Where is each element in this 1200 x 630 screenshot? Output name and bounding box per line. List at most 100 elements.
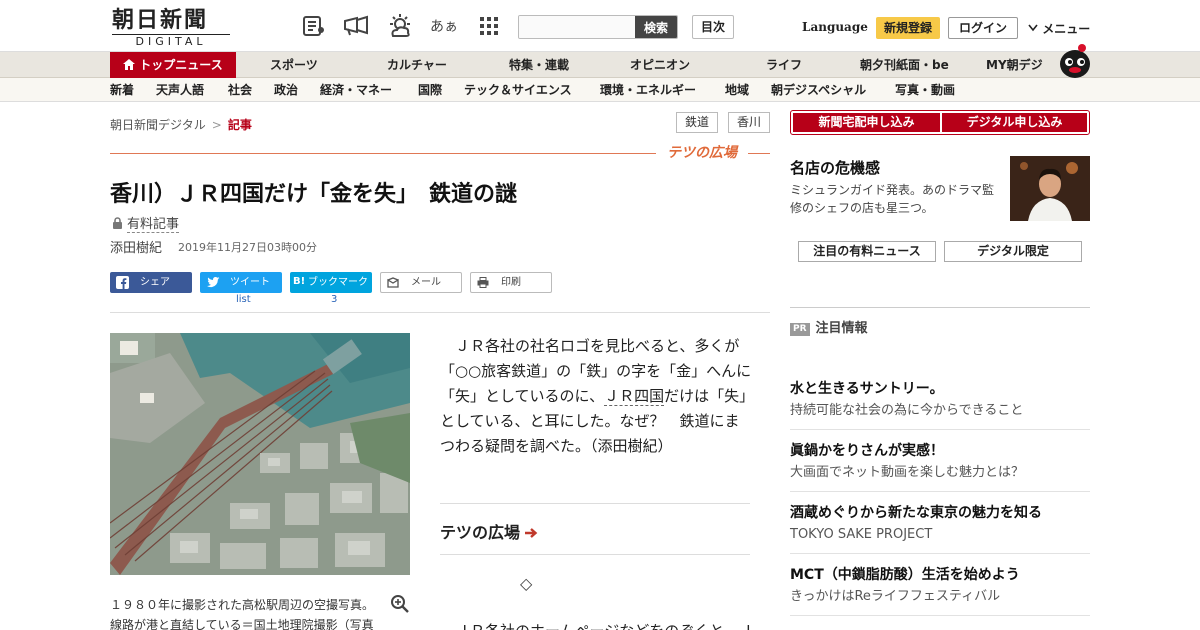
paper-icon[interactable] xyxy=(300,13,328,39)
ad-item[interactable]: 酒蔵めぐりから新たな東京の魅力を知る TOKYO SAKE PROJECT xyxy=(790,503,1090,545)
register-button[interactable]: 新規登録 xyxy=(876,17,940,39)
nav-item-top-news[interactable]: トップニュース xyxy=(110,52,236,78)
logo-main: 朝日新聞 xyxy=(112,7,209,33)
font-size-icon[interactable]: あぁ xyxy=(430,13,458,39)
divider xyxy=(790,553,1090,554)
logo-sub: DIGITAL xyxy=(112,34,230,48)
grid-icon[interactable] xyxy=(475,13,503,39)
breadcrumb-current: 記事 xyxy=(227,118,252,132)
pr-title: 注目情報 xyxy=(815,321,868,336)
site-logo[interactable]: 朝日新聞 DIGITAL xyxy=(112,7,230,48)
pr-badge: PR xyxy=(790,323,810,336)
mascot-icon[interactable] xyxy=(1058,42,1092,78)
divider xyxy=(790,615,1090,616)
secondary-nav: 新着 天声人語 社会 政治 経済・マネー 国際 テック＆サイエンス 環境・エネル… xyxy=(0,78,1200,102)
facebook-icon xyxy=(116,276,129,289)
ad-title: MCT（中鎖脂肪酸）生活を始めよう xyxy=(790,567,1020,583)
promo-title[interactable]: 名店の危機感 xyxy=(790,157,880,178)
nav-item-opinion[interactable]: オピニオン xyxy=(630,52,690,78)
paid-news-button[interactable]: 注目の有料ニュース xyxy=(798,241,936,262)
series-badge[interactable]: テツの広場 xyxy=(656,143,748,163)
breadcrumb-home[interactable]: 朝日新聞デジタル xyxy=(110,118,206,132)
twitter-share-button[interactable]: ツイート xyxy=(200,272,282,293)
article-title: 香川）ＪＲ四国だけ「金を失」 鉄道の謎 xyxy=(110,181,518,207)
zoom-icon[interactable] xyxy=(390,594,410,614)
mail-icon xyxy=(387,276,400,289)
nav2-item-international[interactable]: 国際 xyxy=(418,78,442,102)
tag-railway[interactable]: 鉄道 xyxy=(676,112,718,133)
digital-only-button[interactable]: デジタル限定 xyxy=(944,241,1082,262)
hatena-bookmark-button[interactable]: B! ブックマーク xyxy=(290,272,372,293)
nav-label: トップニュース xyxy=(139,58,223,72)
article-date: 2019年11月27日03時00分 xyxy=(178,241,317,254)
search-input[interactable] xyxy=(519,16,637,38)
subscribe-box: 新聞宅配申し込み デジタル申し込み xyxy=(790,110,1090,135)
paid-article-label: 有料記事 xyxy=(112,213,180,233)
divider xyxy=(790,429,1090,430)
ad-title: 眞鍋かをりさんが実感！ xyxy=(790,443,944,459)
nav-item-culture[interactable]: カルチャー xyxy=(387,52,447,78)
hatena-icon: B! xyxy=(293,276,306,287)
tag-kagawa[interactable]: 香川 xyxy=(728,112,770,133)
ad-item[interactable]: 眞鍋かをりさんが実感！ 大画面でネット動画を楽しむ魅力とは？ xyxy=(790,441,1090,483)
nav-item-paper[interactable]: 朝夕刊紙面・be xyxy=(860,52,949,78)
mail-share-label: メール xyxy=(411,277,441,288)
photo-caption: １９８０年に撮影された高松駅周辺の空撮写真。線路が港と直結している＝国土地理院撮… xyxy=(110,598,375,630)
menu-button[interactable]: メニュー xyxy=(1028,20,1090,37)
nav2-item-tensei[interactable]: 天声人語 xyxy=(156,78,204,102)
ad-title: 水と生きるサントリー。 xyxy=(790,381,944,397)
article-lead: ＪＲ各社の社名ロゴを見比べると、多くが「○○旅客鉄道」の「鉄」の字を「金」へんに… xyxy=(440,334,752,459)
twitter-count[interactable]: list xyxy=(236,294,251,305)
chef-photo[interactable] xyxy=(1010,156,1090,221)
lead-keyword-link[interactable]: ＪＲ四国 xyxy=(604,387,665,406)
nav2-item-economy[interactable]: 経済・マネー xyxy=(320,78,392,102)
nav2-item-region[interactable]: 地域 xyxy=(725,78,749,102)
contents-button[interactable]: 目次 xyxy=(692,15,734,39)
print-button[interactable]: 印刷 xyxy=(470,272,552,293)
section-diamond: ◇ xyxy=(520,574,533,593)
pr-header: PR 注目情報 xyxy=(790,317,868,336)
weather-icon[interactable] xyxy=(386,13,414,39)
menu-label: メニュー xyxy=(1042,22,1091,36)
nav2-item-photo[interactable]: 写真・動画 xyxy=(895,78,955,102)
hatena-count[interactable]: 3 xyxy=(331,294,337,305)
divider xyxy=(790,307,1090,308)
site-header: 朝日新聞 DIGITAL あぁ 検索 目次 Language 新規登録 ログイン… xyxy=(0,0,1200,52)
nav2-item-politics[interactable]: 政治 xyxy=(274,78,298,102)
breadcrumb-separator: > xyxy=(211,118,222,132)
nav2-item-new[interactable]: 新着 xyxy=(110,78,134,102)
ad-item[interactable]: MCT（中鎖脂肪酸）生活を始めよう きっかけはReライフフェスティバル xyxy=(790,565,1090,607)
article-author[interactable]: 添田樹紀 xyxy=(110,237,162,256)
ad-item[interactable]: 水と生きるサントリー。 持続可能な社会の為に今からできること xyxy=(790,379,1090,421)
subscribe-paper-button[interactable]: 新聞宅配申し込み xyxy=(793,113,940,132)
aerial-photo[interactable] xyxy=(110,333,410,575)
ad-subtitle: TOKYO SAKE PROJECT xyxy=(790,527,933,542)
login-button[interactable]: ログイン xyxy=(948,17,1018,39)
nav-item-sports[interactable]: スポーツ xyxy=(270,52,318,78)
ad-title: 酒蔵めぐりから新たな東京の魅力を知る xyxy=(790,505,1042,521)
language-link[interactable]: Language xyxy=(802,20,868,34)
twitter-icon xyxy=(206,276,220,289)
nav2-item-environment[interactable]: 環境・エネルギー xyxy=(600,78,696,102)
nav-item-my[interactable]: MY朝デジ xyxy=(986,52,1043,78)
nav-item-life[interactable]: ライフ xyxy=(766,52,802,78)
facebook-share-label: シェア xyxy=(140,277,170,288)
divider xyxy=(790,491,1090,492)
search-button[interactable]: 検索 xyxy=(635,16,677,38)
megaphone-icon[interactable] xyxy=(342,13,370,39)
chevron-down-icon xyxy=(1028,22,1042,36)
ad-subtitle: 大画面でネット動画を楽しむ魅力とは？ xyxy=(790,465,1025,480)
article-body-next: ＪＲ各社のホームページなどをのぞくと、Ｊ xyxy=(440,620,754,630)
nav2-item-tech[interactable]: テック＆サイエンス xyxy=(464,78,572,102)
promo-text[interactable]: ミシュランガイド発表。あのドラマ監修のシェフの店も星三つ。 xyxy=(790,181,1000,217)
series-link[interactable]: テツの広場 xyxy=(440,519,538,543)
mail-share-button[interactable]: メール xyxy=(380,272,462,293)
breadcrumb: 朝日新聞デジタル > 記事 xyxy=(110,116,252,133)
nav2-item-society[interactable]: 社会 xyxy=(228,78,252,102)
nav-item-features[interactable]: 特集・連載 xyxy=(509,52,569,78)
hatena-bookmark-label: ブックマーク xyxy=(308,277,368,288)
facebook-share-button[interactable]: シェア xyxy=(110,272,192,293)
subscribe-digital-button[interactable]: デジタル申し込み xyxy=(942,113,1087,132)
twitter-share-label: ツイート xyxy=(230,277,270,288)
nav2-item-special[interactable]: 朝デジスペシャル xyxy=(771,78,866,102)
